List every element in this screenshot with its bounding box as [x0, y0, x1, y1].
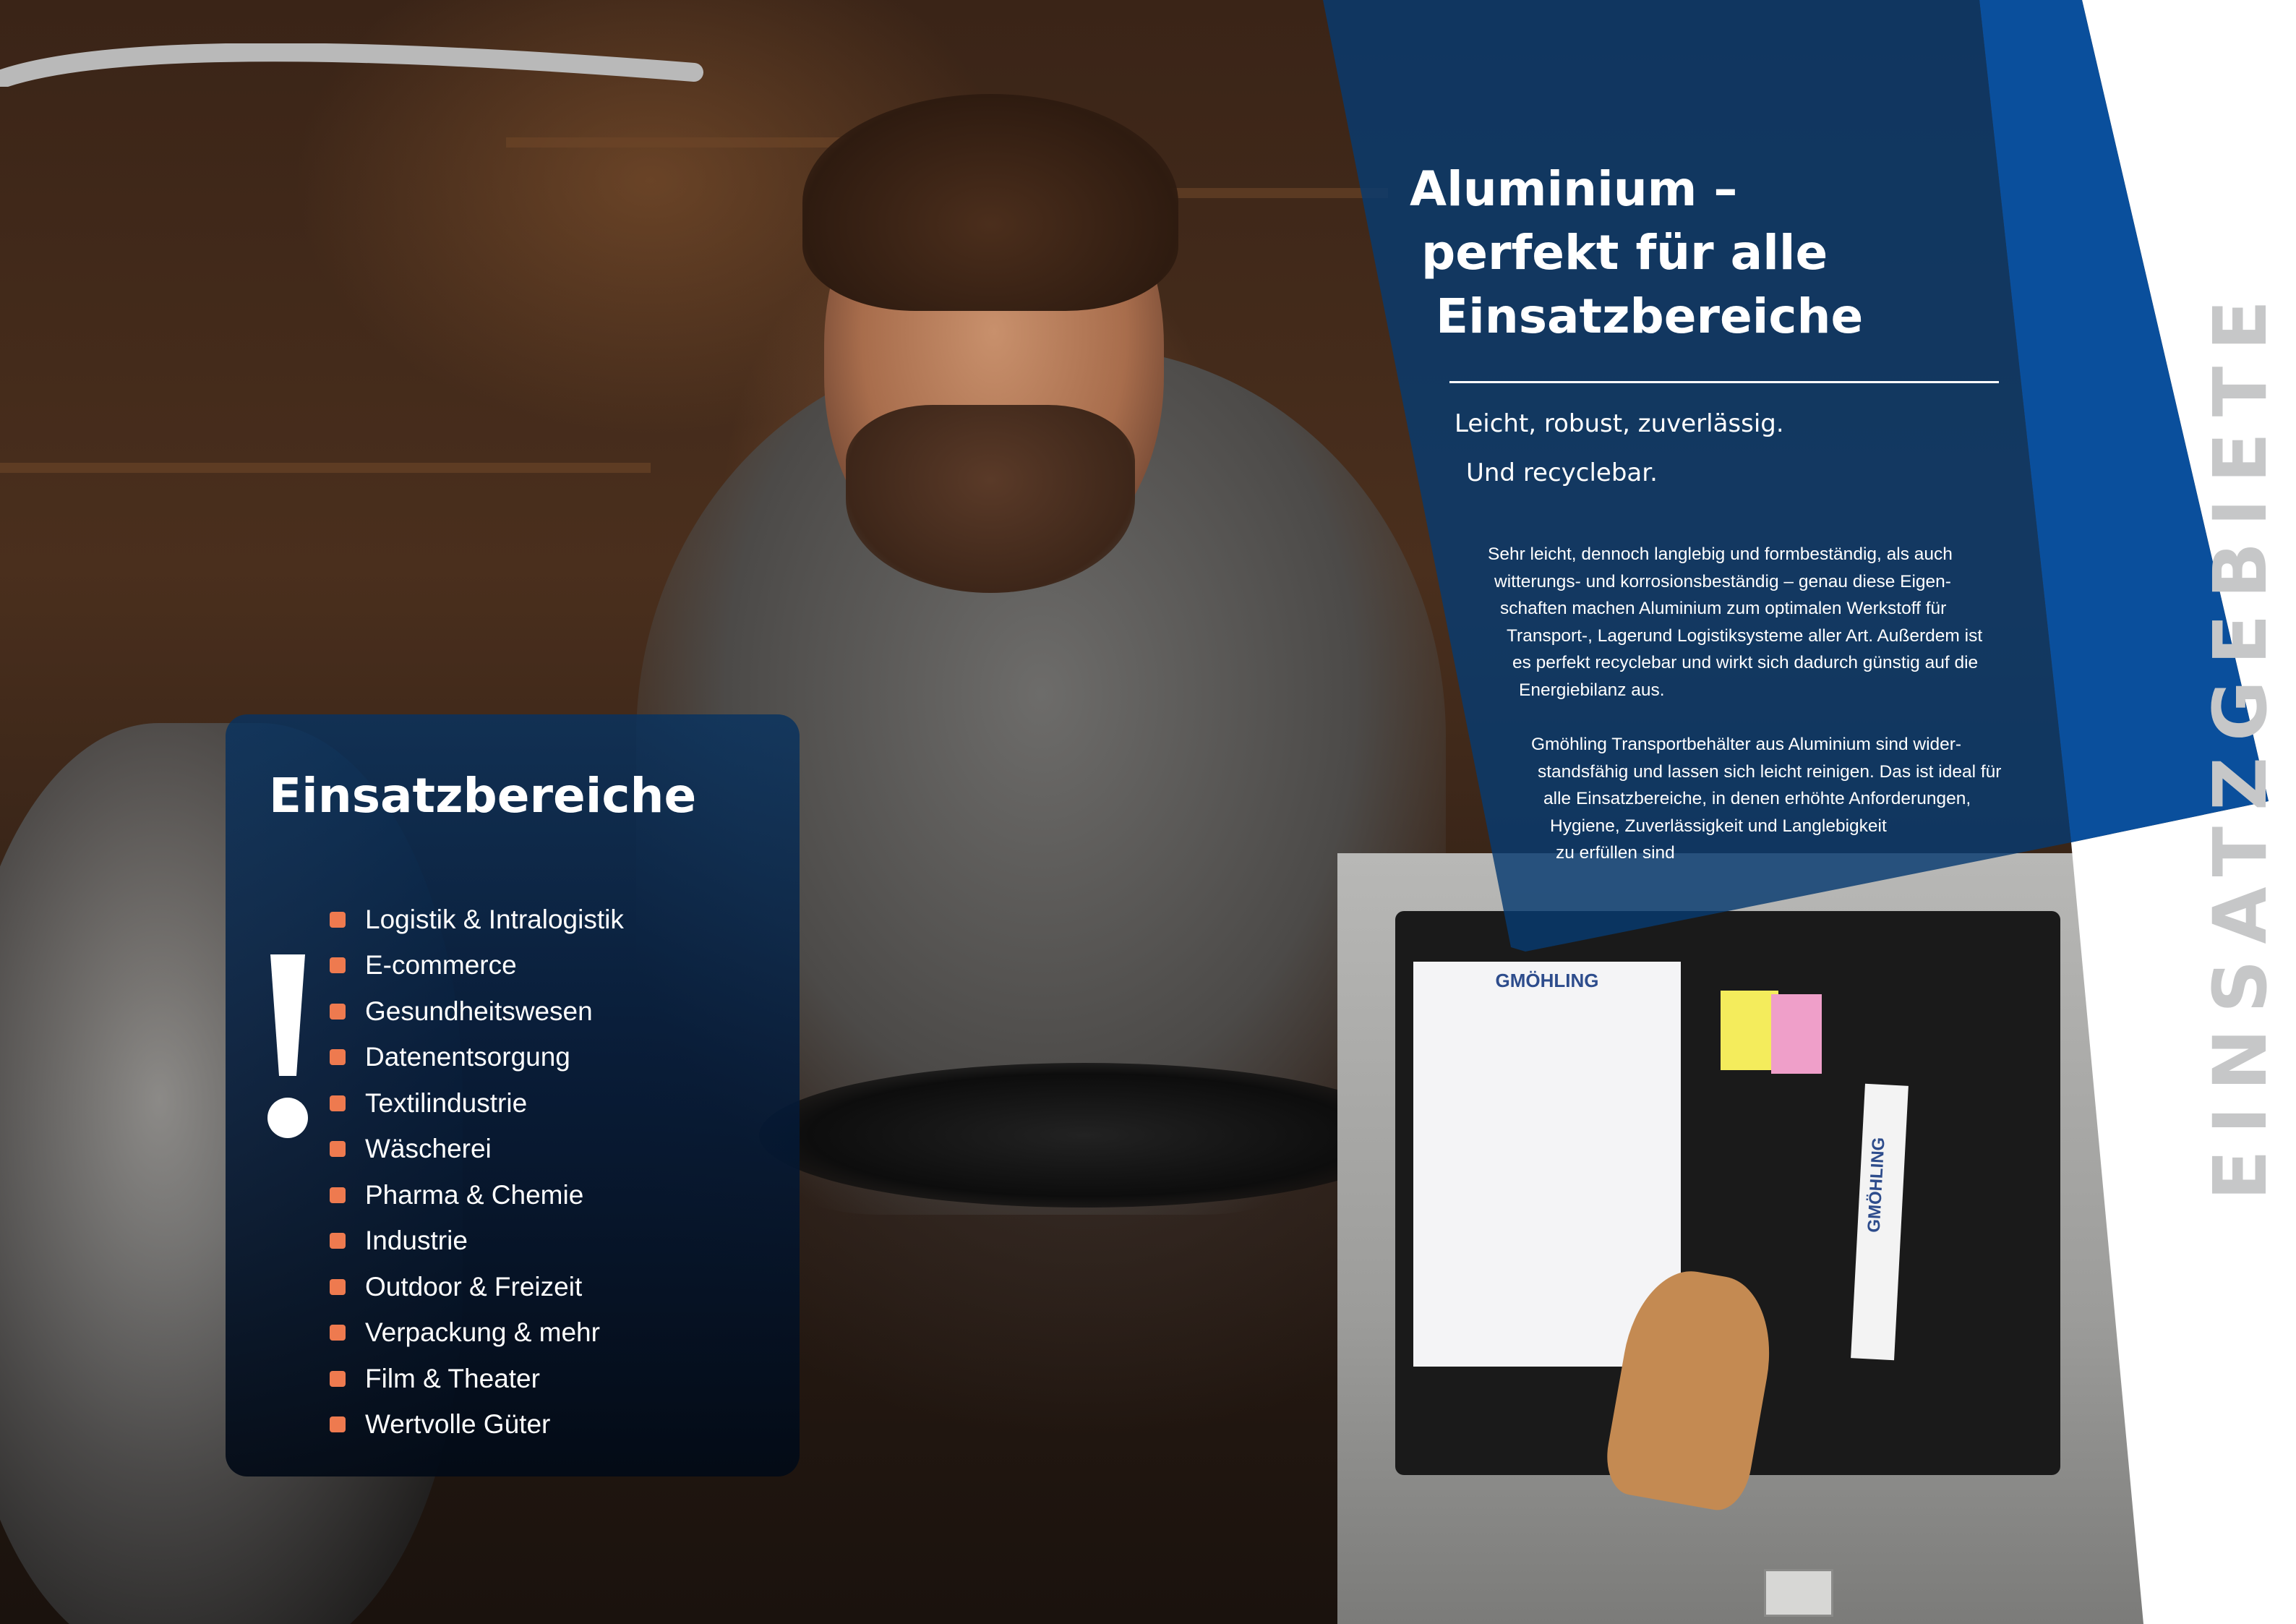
bullet-icon: [330, 957, 346, 974]
paragraph-line: Sehr leicht, dennoch langlebig und formb…: [1488, 544, 1953, 564]
area-list-item: Pharma & Chemie: [330, 1172, 624, 1218]
case-latch: [1764, 1569, 1833, 1617]
area-list-item: Datenentsorgung: [330, 1035, 624, 1081]
exclamation-icon: [267, 954, 308, 1138]
bullet-icon: [330, 1003, 346, 1020]
area-label: Datenentsorgung: [365, 1042, 570, 1072]
area-label: Gesundheitswesen: [365, 996, 593, 1026]
brochure-page: GMÖHLING GMÖHLING Aluminium – perfekt fü…: [0, 0, 2296, 1624]
sticky-note-yellow: [1721, 991, 1778, 1070]
bullet-icon: [330, 1325, 346, 1341]
shelf: [0, 463, 651, 473]
tagline: Leicht, robust, zuverlässig.: [1455, 409, 1784, 438]
area-label: Outdoor & Freizeit: [365, 1271, 583, 1302]
area-list-item: Industrie: [330, 1218, 624, 1265]
area-list-item: Gesundheitswesen: [330, 988, 624, 1035]
person-hair: [802, 94, 1178, 311]
paragraph-line: Energiebilanz aus.: [1519, 680, 1665, 700]
bullet-icon: [330, 1141, 346, 1158]
area-label: E-commerce: [365, 950, 517, 980]
intro-title: Aluminium – perfekt für alle Einsatzbere…: [1410, 158, 1901, 349]
area-list-item: Wäscherei: [330, 1127, 624, 1173]
area-label: Logistik & Intralogistik: [365, 904, 624, 934]
paragraph-line: es perfekt recyclebar und wirkt sich dad…: [1512, 653, 1979, 672]
section-label-vertical: EINSATZGEBIETE: [2198, 283, 2284, 1200]
title-divider: [1449, 381, 1999, 383]
paragraph-line: schaften machen Aluminium zum optimalen …: [1500, 599, 1947, 618]
notepad-brand-logo: GMÖHLING: [1495, 970, 1599, 991]
bullet-icon: [330, 1370, 346, 1387]
area-list-item: Logistik & Intralogistik: [330, 897, 624, 943]
area-label: Verpackung & mehr: [365, 1317, 600, 1348]
area-list-item: E-commerce: [330, 943, 624, 989]
bullet-icon: [330, 1416, 346, 1433]
area-label: Wäscherei: [365, 1134, 492, 1164]
area-list-item: Verpackung & mehr: [330, 1310, 624, 1356]
area-list-item: Textilindustrie: [330, 1080, 624, 1127]
bullet-icon: [330, 1049, 346, 1066]
tagline: Und recyclebar.: [1466, 458, 1658, 487]
area-label: Industrie: [365, 1226, 468, 1256]
area-label: Film & Theater: [365, 1363, 540, 1393]
paragraph-line: zu erfüllen sind: [1556, 843, 1675, 863]
sticky-note-pink: [1771, 994, 1822, 1074]
paragraph-line: alle Einsatzbereiche, in denen erhöhte A…: [1543, 789, 1971, 808]
intro-title-line: Einsatzbereiche: [1436, 289, 1864, 344]
area-list-item: Outdoor & Freizeit: [330, 1264, 624, 1310]
person-beard: [846, 405, 1135, 593]
intro-title-line: Aluminium –: [1410, 161, 1738, 217]
paragraph-line: witterungs- und korrosionsbeständig – ge…: [1494, 571, 1951, 591]
bullet-icon: [330, 1095, 346, 1111]
areas-list: Logistik & Intralogistik E-commerce Gesund…: [330, 897, 624, 1448]
bullet-icon: [330, 911, 346, 928]
intro-paragraph: Gmöhling Transportbehälter aus Aluminium…: [1531, 731, 2001, 867]
area-label: Wertvolle Güter: [365, 1409, 551, 1440]
paragraph-line: Hygiene, Zuverlässigkeit und Langlebigke…: [1550, 816, 1887, 836]
intro-title-line: perfekt für alle: [1421, 225, 1828, 281]
area-list-item: Film & Theater: [330, 1356, 624, 1402]
paragraph-line: Gmöhling Transportbehälter aus Aluminium…: [1531, 735, 1962, 754]
paragraph-line: standsfähig und lassen sich leicht reini…: [1538, 761, 2002, 782]
paragraph-line: Transport-, Lagerund Logistiksysteme all…: [1507, 625, 1983, 646]
intro-paragraph: Sehr leicht, dennoch langlebig und formb…: [1488, 541, 1982, 704]
bullet-icon: [330, 1278, 346, 1295]
area-label: Textilindustrie: [365, 1087, 528, 1118]
bullet-icon: [330, 1187, 346, 1203]
area-list-item: Wertvolle Güter: [330, 1402, 624, 1448]
ruler-brand-logo: GMÖHLING: [1864, 1137, 1889, 1234]
handlebar-graphic: [0, 43, 703, 87]
motorcycle-handlebar-lower: [759, 1063, 1410, 1208]
area-label: Pharma & Chemie: [365, 1179, 584, 1210]
bullet-icon: [330, 1233, 346, 1249]
areas-title: Einsatzbereiche: [269, 768, 697, 824]
